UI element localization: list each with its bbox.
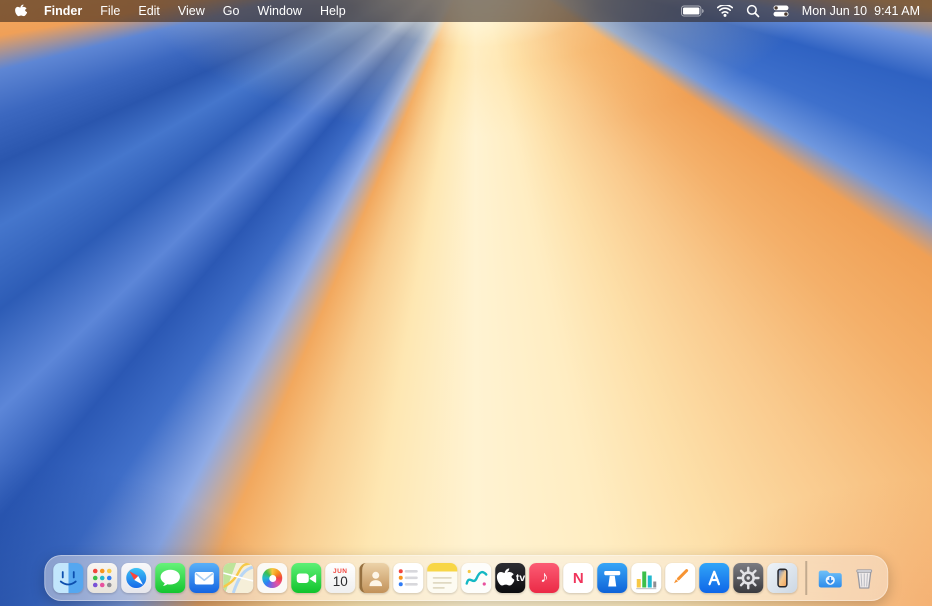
iphone-icon [777,568,788,588]
clock-date: Mon Jun 10 [801,4,868,18]
bar-chart-icon [636,571,657,590]
dock-contacts[interactable] [359,563,390,593]
speech-bubble-icon [160,569,180,586]
control-center-icon [773,5,789,17]
finder-face-icon [59,571,77,586]
dock-photos[interactable] [257,563,288,593]
dock-system-settings[interactable] [733,563,764,593]
pen-icon [674,569,689,584]
music-note-icon: ♪ [540,569,549,586]
menu-bar-clock[interactable]: Mon Jun 10 9:41 AM [802,4,920,18]
menu-bar-right: Mon Jun 10 9:41 AM [680,4,920,18]
person-silhouette-icon [369,571,383,587]
dock-trash[interactable] [849,563,879,593]
battery-icon [680,5,704,17]
dock-mail[interactable] [189,563,220,593]
dock-tv[interactable]: tv [495,563,526,593]
gear-icon [736,566,760,590]
menu-bar-left: Finder File Edit View Go Window Help [12,4,355,18]
dock-facetime[interactable] [291,563,322,593]
apple-menu[interactable] [12,4,35,18]
envelope-icon [194,572,214,585]
scribble-icon [465,569,488,586]
dock-launchpad[interactable] [87,563,118,593]
news-letter: N [572,569,584,587]
dock: JUN 10 tv ♪ N [44,555,888,601]
dock-reminders[interactable] [393,563,424,593]
dock-calendar[interactable]: JUN 10 [325,563,356,593]
video-camera-icon [296,573,317,583]
apple-tv-apple-icon [496,568,515,586]
dock-music[interactable]: ♪ [529,563,560,593]
calendar-day-label: 10 [332,573,348,589]
spotlight-search[interactable] [746,4,760,18]
dock-separator [805,561,807,595]
menu-bar: Finder File Edit View Go Window Help Mon… [0,0,932,22]
dock-messages[interactable] [155,563,186,593]
dock-downloads[interactable] [815,563,845,593]
menu-help[interactable]: Help [311,4,355,18]
apple-icon [15,4,27,17]
map-icon [223,563,254,593]
dock-keynote[interactable] [597,563,628,593]
note-lines-icon [432,577,452,589]
control-center[interactable] [773,5,789,17]
podium-icon [604,571,621,587]
menu-file[interactable]: File [91,4,129,18]
checklist-icon [398,569,418,587]
dock-pages[interactable] [665,563,696,593]
launchpad-grid-icon [92,568,112,588]
dock-notes[interactable] [427,563,458,593]
spotlight-search-icon [746,4,760,18]
wifi-status[interactable] [716,5,733,17]
clock-time: 9:41 AM [874,4,920,18]
dock-app-store[interactable] [699,563,730,593]
color-wheel-icon [262,568,283,588]
desktop-wallpaper [0,0,932,606]
menu-window[interactable]: Window [248,4,310,18]
menu-finder[interactable]: Finder [35,4,91,18]
dock-iphone-mirroring[interactable] [767,563,798,593]
app-store-a-icon [708,570,721,586]
wifi-icon [716,5,733,17]
menu-go[interactable]: Go [214,4,249,18]
dock-maps[interactable] [223,563,254,593]
trash-basket-icon [855,569,872,589]
safari-compass-icon [125,567,148,589]
downloads-folder-icon [818,570,842,588]
menu-edit[interactable]: Edit [129,4,169,18]
tv-label: tv [515,572,526,584]
battery-status[interactable] [680,5,704,17]
dock-news[interactable]: N [563,563,594,593]
dock-safari[interactable] [121,563,152,593]
dock-numbers[interactable] [631,563,662,593]
desktop: Finder File Edit View Go Window Help Mon… [0,0,932,606]
dock-finder[interactable] [53,563,84,593]
dock-freeform[interactable] [461,563,492,593]
menu-view[interactable]: View [169,4,214,18]
